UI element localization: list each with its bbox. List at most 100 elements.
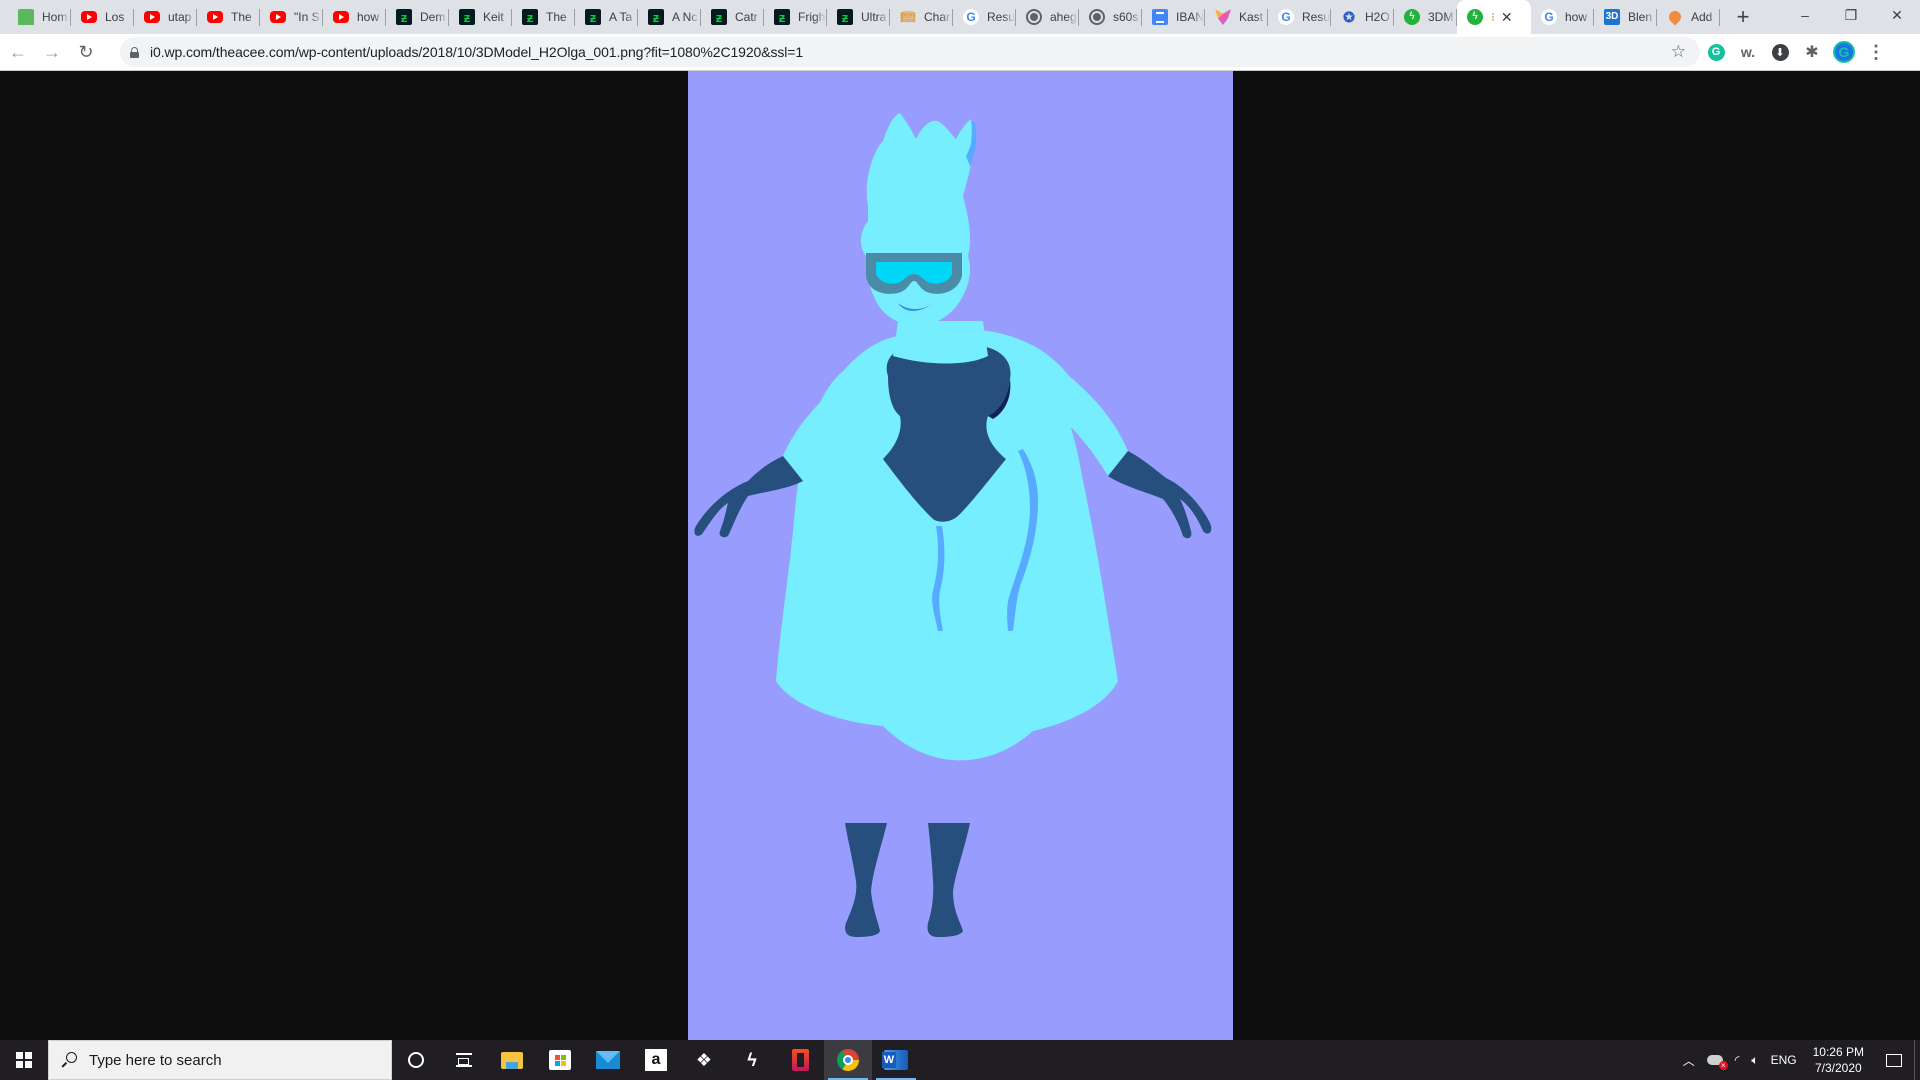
deviantart-icon: ƶ [459,9,475,25]
cloud-error-icon [1706,1055,1728,1070]
tab[interactable]: ƶ Dem [386,0,449,34]
tab[interactable]: ƶ A Nc [638,0,701,34]
language-indicator[interactable]: ENG [1765,1040,1803,1080]
forward-button[interactable]: → [36,36,68,68]
tab[interactable]: ƶ Frigh [764,0,827,34]
tab-title: Catr [735,10,758,24]
dropbox-icon: ❖ [695,1049,713,1070]
tab[interactable]: "In S [260,0,323,34]
tab[interactable]: IBAN [1142,0,1205,34]
browser-toolbar: ← → ↻ i0.wp.com/theacee.com/wp-content/u… [0,34,1920,71]
speaker-icon: 🔈︎ [1751,1052,1759,1067]
tab[interactable]: ƶ A Ta [575,0,638,34]
url-text[interactable]: i0.wp.com/theacee.com/wp-content/uploads… [150,44,803,60]
youtube-icon [270,11,286,23]
profile-button[interactable]: G [1828,36,1860,68]
close-tab-icon[interactable]: ✕ [1501,9,1513,26]
w-extension-icon: w. [1740,44,1756,60]
show-hidden-icons-button[interactable]: ︿ [1677,1040,1701,1080]
extensions-button[interactable]: ✱ [1796,36,1828,68]
browser-menu-button[interactable]: ⋮ [1860,36,1892,68]
network-status[interactable]: ◜ [1729,1040,1746,1080]
restore-button[interactable]: ❐ [1828,0,1874,30]
file-explorer-button[interactable] [488,1040,536,1080]
displayed-image[interactable] [688,71,1233,1040]
office-button[interactable] [776,1040,824,1080]
action-center-button[interactable] [1874,1053,1914,1067]
tab[interactable]: Add [1657,0,1720,34]
tab[interactable]: 3D Blen [1594,0,1657,34]
task-view-button[interactable] [440,1040,488,1080]
tab[interactable]: G Resu [1268,0,1331,34]
tab[interactable]: utap [134,0,197,34]
tab[interactable]: G Resu [953,0,1016,34]
glove-left [694,456,803,538]
book-icon: 📖︎ [900,10,916,24]
tab-title: Resu [987,10,1015,24]
tab[interactable]: how [323,0,386,34]
amazon-button[interactable]: a [632,1040,680,1080]
volume-control[interactable]: 🔈︎ [1745,1040,1764,1080]
grammarly-extension[interactable]: G [1700,36,1732,68]
google-icon: G [963,9,979,25]
w-extension[interactable]: w. [1732,36,1764,68]
tab-list: Hom Los utap The "In Show ƶ Dem ƶ Keit ƶ The ƶ A Ta ƶ… [0,0,1720,34]
loading-dots-icon: ⁝ [1491,10,1495,24]
tab[interactable]: 📖︎ Char [890,0,953,34]
tab[interactable]: Los [71,0,134,34]
deviantart-icon: ƶ [648,9,664,25]
taskbar-search-box[interactable]: Type here to search [48,1040,392,1080]
tab[interactable]: ƶ Catr [701,0,764,34]
tab[interactable]: ✪ H2O [1331,0,1394,34]
tab-title: utap [168,10,192,24]
tab-title: Add [1691,10,1713,24]
store-icon [549,1050,571,1070]
glove-right [1108,451,1212,539]
mail-icon [596,1051,620,1069]
cortana-button[interactable] [392,1040,440,1080]
chrome-button[interactable] [824,1040,872,1080]
mail-button[interactable] [584,1040,632,1080]
window-controls: – ❐ ✕ [1782,0,1920,30]
tab[interactable]: Kast [1205,0,1268,34]
bolt-app-button[interactable]: ϟ [728,1040,776,1080]
chrome-icon [832,1044,864,1076]
back-button[interactable]: ← [2,36,34,68]
system-tray: ︿ ◜ 🔈︎ ENG 10:26 PM 7/3/2020 [1677,1040,1920,1080]
close-window-button[interactable]: ✕ [1874,0,1920,30]
tab-active[interactable]: ϟ ⁝ ✕ [1457,0,1531,34]
google-icon: G [1541,9,1557,25]
boot-left [845,823,887,937]
lock-icon[interactable] [130,46,139,58]
microsoft-store-button[interactable] [536,1040,584,1080]
reload-icon: ↻ [78,41,94,62]
word-icon [882,1050,908,1070]
bookmark-star-icon[interactable]: ☆ [1671,42,1686,62]
word-button[interactable] [872,1040,920,1080]
start-button[interactable] [0,1040,48,1080]
tab[interactable]: ƶ Keit [449,0,512,34]
new-tab-button[interactable]: + [1728,0,1758,34]
tab[interactable]: ƶ Ultra [827,0,890,34]
dropbox-button[interactable]: ❖ [680,1040,728,1080]
tab[interactable]: s60s [1079,0,1142,34]
reload-button[interactable]: ↻ [70,36,102,68]
tab[interactable]: ƶ The [512,0,575,34]
tab-title: Frigh [798,10,826,24]
tab-title: IBAN [1176,10,1204,24]
onedrive-status[interactable] [1701,1040,1729,1080]
tab[interactable]: aheg [1016,0,1079,34]
tab[interactable]: Hom [8,0,71,34]
minimize-button[interactable]: – [1782,0,1828,30]
show-desktop-button[interactable] [1914,1040,1920,1080]
puzzle-icon: ✱ [1805,44,1819,61]
page-viewport [0,71,1920,1040]
address-bar[interactable]: i0.wp.com/theacee.com/wp-content/uploads… [120,37,1700,67]
download-extension[interactable]: ⬇ [1764,36,1796,68]
lightning-icon: ϟ [747,1049,757,1070]
tab[interactable]: The [197,0,260,34]
tab[interactable]: ϟ 3DM [1394,0,1457,34]
3d-icon: 3D [1604,9,1620,25]
clock[interactable]: 10:26 PM 7/3/2020 [1803,1044,1874,1076]
tab[interactable]: Ghow [1531,0,1594,34]
